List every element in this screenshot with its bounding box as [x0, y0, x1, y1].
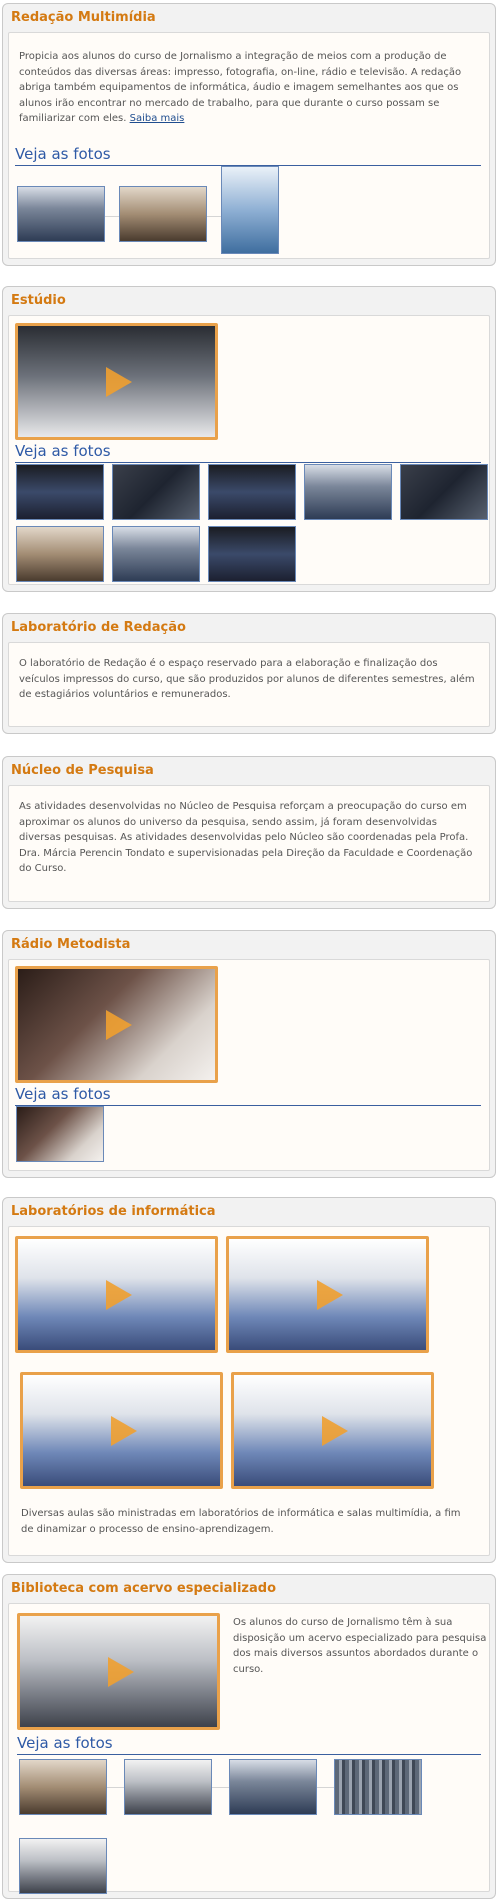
video-thumbnail[interactable] [231, 1372, 434, 1489]
section-title: Laboratório de Redação [11, 620, 186, 635]
photo-thumbnail[interactable] [16, 1106, 104, 1162]
section-laboratorios-informatica: Laboratórios de informática Diversas aul… [2, 1197, 496, 1563]
video-thumbnail[interactable] [15, 1236, 218, 1353]
veja-as-fotos-heading: Veja as fotos [17, 1734, 481, 1755]
section-body: As atividades desenvolvidas no Núcleo de… [8, 785, 490, 902]
section-body: O laboratório de Redação é o espaço rese… [8, 642, 490, 727]
section-body: Veja as fotos [8, 959, 490, 1171]
video-thumbnail[interactable] [15, 323, 218, 440]
section-title: Biblioteca com acervo especializado [11, 1581, 276, 1596]
section-title: Redação Multimídia [11, 10, 156, 25]
photo-thumbnail[interactable] [19, 1759, 107, 1815]
section-text: Os alunos do curso de Jornalismo têm à s… [233, 1617, 487, 1675]
photo-thumbnail[interactable] [334, 1759, 422, 1815]
play-icon [110, 1415, 137, 1446]
section-text: O laboratório de Redação é o espaço rese… [19, 658, 475, 700]
section-body: Veja as fotos [8, 315, 490, 585]
video-thumbnail[interactable] [20, 1372, 223, 1489]
section-title: Laboratórios de informática [11, 1204, 216, 1219]
photo-thumbnail[interactable] [16, 526, 104, 582]
section-title: Rádio Metodista [11, 937, 131, 952]
photo-thumbnail[interactable] [221, 166, 279, 254]
section-body: Diversas aulas são ministradas em labora… [8, 1226, 490, 1556]
section-biblioteca: Biblioteca com acervo especializado Os a… [2, 1574, 496, 1899]
video-thumbnail[interactable] [226, 1236, 429, 1353]
video-thumbnail[interactable] [17, 1613, 220, 1730]
play-icon [105, 366, 132, 397]
photo-thumbnail[interactable] [208, 526, 296, 582]
section-title: Estúdio [11, 293, 66, 308]
photo-thumbnail[interactable] [400, 464, 488, 520]
play-icon [316, 1279, 343, 1310]
section-body: Os alunos do curso de Jornalismo têm à s… [8, 1603, 490, 1894]
play-icon [105, 1009, 132, 1040]
section-text: Diversas aulas são ministradas em labora… [21, 1508, 461, 1535]
section-nucleo-pesquisa: Núcleo de Pesquisa As atividades desenvo… [2, 756, 496, 909]
play-icon [321, 1415, 348, 1446]
veja-as-fotos-heading: Veja as fotos [15, 1085, 481, 1106]
video-thumbnail[interactable] [15, 966, 218, 1083]
veja-as-fotos-heading: Veja as fotos [15, 442, 481, 463]
saiba-mais-link[interactable]: Saiba mais [130, 113, 185, 124]
photo-thumbnail[interactable] [19, 1838, 107, 1894]
veja-as-fotos-heading: Veja as fotos [15, 145, 481, 166]
section-text: As atividades desenvolvidas no Núcleo de… [19, 801, 473, 874]
section-estudio: Estúdio Veja as fotos [2, 286, 496, 592]
section-text: Propicia aos alunos do curso de Jornalis… [19, 51, 462, 124]
photo-thumbnail[interactable] [112, 526, 200, 582]
photo-thumbnail[interactable] [229, 1759, 317, 1815]
section-redacao-multimidia: Redação Multimídia Propicia aos alunos d… [2, 3, 496, 266]
section-body: Propicia aos alunos do curso de Jornalis… [8, 32, 490, 259]
play-icon [107, 1656, 134, 1687]
photo-thumbnail[interactable] [304, 464, 392, 520]
play-icon [105, 1279, 132, 1310]
section-radio-metodista: Rádio Metodista Veja as fotos [2, 930, 496, 1178]
photo-thumbnail[interactable] [112, 464, 200, 520]
photo-thumbnail[interactable] [17, 186, 105, 242]
section-laboratorio-redacao: Laboratório de Redação O laboratório de … [2, 613, 496, 734]
photo-thumbnail[interactable] [16, 464, 104, 520]
section-title: Núcleo de Pesquisa [11, 763, 154, 778]
photo-thumbnail[interactable] [208, 464, 296, 520]
photo-thumbnail[interactable] [119, 186, 207, 242]
photo-thumbnail[interactable] [124, 1759, 212, 1815]
